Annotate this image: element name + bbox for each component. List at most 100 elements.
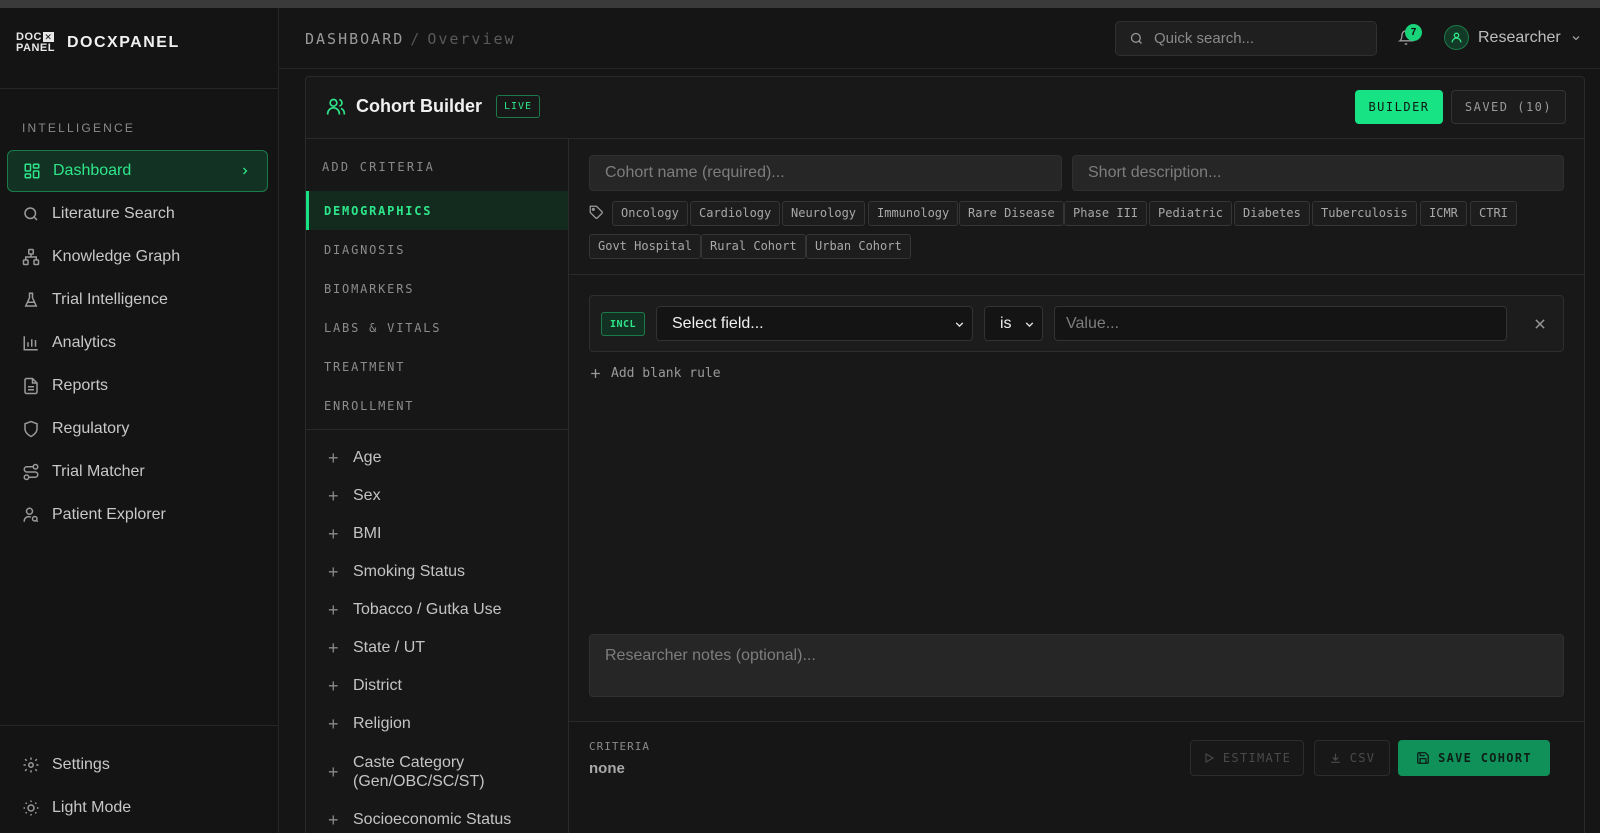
category-enrollment[interactable]: ENROLLMENT	[306, 386, 568, 425]
field-caste-category[interactable]: + Caste Category (Gen/OBC/SC/ST)	[306, 743, 568, 801]
tag-chip[interactable]: Tuberculosis	[1312, 201, 1417, 226]
plus-icon: +	[328, 523, 339, 544]
field-label: Smoking Status	[353, 563, 466, 580]
estimate-label: ESTIMATE	[1222, 751, 1292, 765]
estimate-button[interactable]: ESTIMATE	[1190, 740, 1304, 776]
avatar	[1444, 25, 1469, 50]
tag-chip[interactable]: Urban Cohort	[806, 234, 911, 259]
short-description-input[interactable]	[1072, 155, 1564, 191]
tag-chip[interactable]: Cardiology	[690, 201, 781, 226]
shield-icon	[22, 420, 40, 438]
plus-icon: +	[328, 485, 339, 506]
brand[interactable]: DOC ✕ PANEL DOCXPANEL	[16, 32, 180, 54]
field-religion[interactable]: + Religion	[306, 705, 568, 743]
sidebar: DOC ✕ PANEL DOCXPANEL INTELLIGENCE Dashbo…	[0, 8, 279, 833]
category-diagnosis[interactable]: DIAGNOSIS	[306, 230, 568, 269]
save-cohort-button[interactable]: SAVE COHORT	[1398, 740, 1550, 776]
sidebar-item-label: Dashboard	[53, 162, 132, 179]
route-icon	[22, 463, 40, 481]
builder-footer: CRITERIA none ESTIMATE CSV SAVE COHORT	[569, 721, 1584, 833]
sidebar-item-analytics[interactable]: Analytics	[7, 322, 268, 364]
sidebar-item-light-mode[interactable]: Light Mode	[7, 787, 268, 829]
breadcrumb-root[interactable]: DASHBOARD	[305, 30, 404, 48]
sidebar-item-dashboard[interactable]: Dashboard	[7, 150, 268, 192]
tag-chip[interactable]: Diabetes	[1234, 201, 1310, 226]
download-icon	[1329, 752, 1342, 765]
tag-chip[interactable]: Immunology	[868, 201, 959, 226]
field-select-value: Select field...	[672, 314, 764, 332]
divider	[569, 274, 1584, 275]
field-label: Socioeconomic Status	[353, 811, 512, 828]
rule-row: INCL Select field... is	[589, 295, 1564, 352]
quick-search-input[interactable]	[1154, 30, 1354, 47]
tag-chip[interactable]: Neurology	[782, 201, 866, 226]
category-labs-vitals[interactable]: LABS & VITALS	[306, 308, 568, 347]
tag-chip[interactable]: Phase III	[1064, 201, 1148, 226]
sidebar-item-label: Light Mode	[52, 799, 132, 816]
category-biomarkers[interactable]: BIOMARKERS	[306, 269, 568, 308]
cohort-name-input[interactable]	[589, 155, 1062, 191]
sidebar-item-label: Trial Intelligence	[52, 291, 168, 308]
category-demographics[interactable]: DEMOGRAPHICS	[306, 191, 568, 230]
close-icon[interactable]	[1533, 317, 1547, 331]
sidebar-item-label: Settings	[52, 756, 110, 773]
sidebar-item-trial-matcher[interactable]: Trial Matcher	[7, 451, 268, 493]
field-state[interactable]: + State / UT	[306, 629, 568, 667]
researcher-notes-input[interactable]	[589, 634, 1564, 697]
notification-badge: 7	[1405, 24, 1422, 41]
tag-chip[interactable]: CTRI	[1470, 201, 1517, 226]
tag-chip[interactable]: Rural Cohort	[701, 234, 806, 259]
panel-title-group: Cohort Builder LIVE	[326, 95, 541, 118]
field-label: Sex	[353, 487, 381, 504]
sidebar-item-label: Patient Explorer	[52, 506, 166, 523]
sidebar-item-knowledge-graph[interactable]: Knowledge Graph	[7, 236, 268, 278]
field-bmi[interactable]: + BMI	[306, 515, 568, 553]
user-menu[interactable]: Researcher	[1444, 25, 1582, 50]
plus-icon: +	[328, 447, 339, 468]
rule-value-input[interactable]	[1054, 306, 1507, 341]
sidebar-item-patient-explorer[interactable]: Patient Explorer	[7, 494, 268, 536]
builder-work-area: Oncology Cardiology Neurology Immunology…	[569, 139, 1584, 833]
field-tobacco-use[interactable]: + Tobacco / Gutka Use	[306, 591, 568, 629]
tag-chip[interactable]: Pediatric	[1149, 201, 1233, 226]
field-smoking-status[interactable]: + Smoking Status	[306, 553, 568, 591]
sidebar-item-reports[interactable]: Reports	[7, 365, 268, 407]
tag-chip[interactable]: Govt Hospital	[589, 234, 701, 259]
add-blank-rule-button[interactable]: Add blank rule	[589, 366, 721, 381]
field-select[interactable]: Select field...	[656, 306, 973, 341]
save-icon	[1416, 751, 1430, 765]
sidebar-item-literature-search[interactable]: Literature Search	[7, 193, 268, 235]
live-badge: LIVE	[496, 95, 541, 118]
operator-select[interactable]: is	[984, 306, 1043, 341]
tag-chip[interactable]: ICMR	[1420, 201, 1467, 226]
plus-icon: +	[328, 561, 339, 582]
field-district[interactable]: + District	[306, 667, 568, 705]
csv-export-button[interactable]: CSV	[1314, 740, 1390, 776]
sidebar-item-settings[interactable]: Settings	[7, 744, 268, 786]
field-socioeconomic-status[interactable]: + Socioeconomic Status	[306, 801, 568, 833]
tab-saved[interactable]: SAVED (10)	[1451, 90, 1566, 124]
tab-builder[interactable]: BUILDER	[1355, 90, 1443, 124]
plus-icon: +	[328, 809, 339, 830]
sidebar-item-trial-intelligence[interactable]: Trial Intelligence	[7, 279, 268, 321]
field-label: Caste Category (Gen/OBC/SC/ST)	[353, 754, 485, 790]
field-label: District	[353, 677, 402, 694]
sidebar-item-regulatory[interactable]: Regulatory	[7, 408, 268, 450]
search-icon	[1129, 31, 1144, 46]
sidebar-item-label: Knowledge Graph	[52, 248, 181, 265]
include-toggle[interactable]: INCL	[601, 312, 645, 336]
document-icon	[22, 377, 40, 395]
search-icon	[22, 205, 40, 223]
panel-header: Cohort Builder LIVE BUILDER SAVED (10)	[306, 77, 1584, 139]
add-rule-label: Add blank rule	[611, 366, 721, 381]
category-treatment[interactable]: TREATMENT	[306, 347, 568, 386]
quick-search[interactable]	[1115, 21, 1377, 56]
plus-icon	[589, 367, 602, 380]
tag-chip[interactable]: Oncology	[612, 201, 688, 226]
field-age[interactable]: + Age	[306, 439, 568, 477]
brand-name: DOCXPANEL	[66, 34, 180, 51]
cohort-builder-panel: Cohort Builder LIVE BUILDER SAVED (10) A…	[305, 76, 1585, 833]
user-search-icon	[22, 506, 40, 524]
tag-chip[interactable]: Rare Disease	[959, 201, 1064, 226]
field-sex[interactable]: + Sex	[306, 477, 568, 515]
